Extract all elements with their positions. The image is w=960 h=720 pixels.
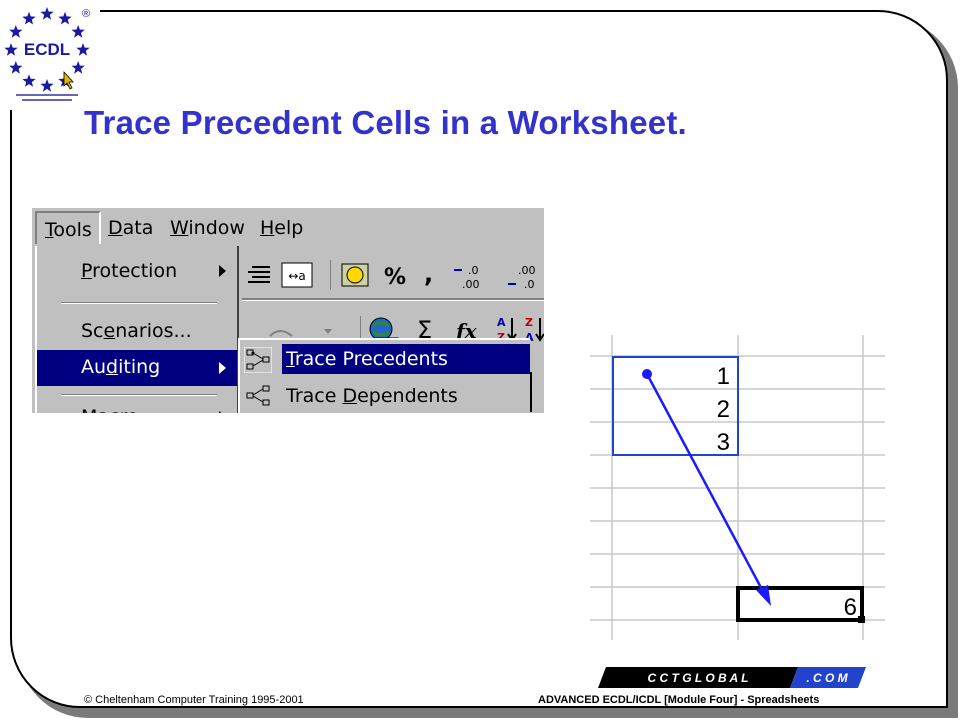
logo-text: ECDL [24, 40, 70, 59]
trace-precedents-icon [244, 347, 272, 373]
increase-decimal-icon[interactable]: .0 .00 [454, 264, 480, 291]
label-accel: d [106, 356, 119, 378]
menu-separator [61, 394, 217, 396]
footer-copyright: © Cheltenham Computer Training 1995-2001 [84, 694, 304, 706]
label-accel: M [81, 406, 97, 413]
submenu-arrow-icon [219, 411, 226, 413]
menu-item-label: Scenarios... [81, 320, 192, 342]
logo-star-icon [22, 11, 36, 25]
label-post: race Precedents [294, 348, 448, 370]
menu-data-accel: D [108, 217, 123, 239]
menubar: Tools Data Window Help [32, 208, 544, 246]
comma-style-icon[interactable]: , [424, 260, 433, 288]
menu-item-auditing[interactable]: Auditing [37, 350, 237, 386]
percent-style-icon[interactable]: % [384, 265, 406, 290]
menu-item-label: Auditing [81, 356, 160, 378]
label-post: acro [97, 406, 138, 413]
logo-star-icon [40, 79, 54, 92]
fill-handle[interactable] [858, 616, 865, 623]
menu-item-scenarios[interactable]: Scenarios... [37, 316, 237, 348]
label-post: iting [118, 356, 161, 378]
svg-text:.0: .0 [524, 278, 535, 291]
logo-caption-line [22, 99, 72, 101]
menu-window-rest: indow [188, 217, 245, 239]
menu-tools-rest: ools [53, 219, 92, 241]
ecdl-logo: ECDL ® [0, 0, 100, 110]
label-pre: Trace [286, 385, 343, 407]
label-accel: T [286, 348, 295, 370]
menu-separator [61, 302, 217, 304]
worksheet-trace-illustration: 1 2 3 6 [590, 335, 885, 640]
logo-star-icon [40, 7, 54, 20]
menu-item-trace-precedents[interactable]: Trace Precedents [240, 344, 530, 378]
logo-star-icon [9, 61, 23, 74]
result-cell-value: 6 [844, 594, 857, 621]
logo-star-icon [4, 43, 18, 56]
precedent-cell-value: 2 [717, 396, 730, 423]
decrease-decimal-icon[interactable]: .00 .0 [508, 264, 536, 291]
svg-text:Z: Z [525, 316, 533, 329]
menu-item-trace-dependents[interactable]: Trace Dependents [240, 380, 530, 413]
svg-text:.0: .0 [468, 264, 479, 277]
svg-text:.00: .00 [518, 264, 536, 277]
auditing-submenu: Trace Precedents Trace Dependents [238, 338, 530, 413]
precedent-cell-value: 3 [717, 429, 730, 456]
logo-star-icon [76, 43, 90, 56]
currency-style-icon[interactable] [341, 263, 369, 287]
menu-item-macro[interactable]: Macro [37, 403, 237, 413]
brand-name: C C T G L O B A L [648, 671, 749, 685]
menu-item-protection[interactable]: Protection [37, 256, 237, 288]
logo-star-icon [22, 74, 36, 87]
excel-menu-screenshot: Tools Data Window Help ↔a % , .0 .00 .00 [32, 208, 544, 413]
merge-center-icon[interactable]: ↔a [281, 262, 313, 288]
registered-mark: ® [82, 8, 90, 20]
svg-text:↔a: ↔a [288, 269, 305, 283]
logo-star-icon [71, 61, 85, 74]
label-pre: Au [81, 356, 107, 378]
brand-suffix: . C O M [806, 671, 848, 685]
label-post: ependents [357, 385, 458, 407]
slide-title: Trace Precedent Cells in a Worksheet. [84, 104, 687, 141]
tools-dropdown: Protection Scenarios... Auditing Macro [35, 246, 239, 413]
logo-star-icon [71, 25, 85, 38]
label-pre: Sc [81, 320, 104, 342]
menu-item-label: Protection [81, 260, 177, 282]
menu-window[interactable]: Window [170, 217, 245, 239]
logo-star-icon [9, 25, 23, 38]
menu-window-accel: W [170, 217, 189, 239]
menu-data-rest: ata [122, 217, 154, 239]
menu-tools[interactable]: Tools [35, 211, 101, 244]
label-post: rotection [92, 260, 178, 282]
label-post: narios... [115, 320, 192, 342]
label-accel: D [342, 385, 358, 407]
align-justify-icon[interactable] [248, 266, 270, 283]
menu-help-rest: elp [274, 217, 304, 239]
submenu-arrow-icon [219, 362, 226, 374]
label-accel: e [103, 320, 116, 342]
logo-caption-line [16, 94, 78, 96]
logo-star-icon [58, 11, 72, 25]
menu-data[interactable]: Data [108, 217, 153, 239]
footer-module: ADVANCED ECDL/ICDL [Module Four] - Sprea… [538, 694, 820, 706]
menu-help[interactable]: Help [260, 217, 303, 239]
menu-item-label: Trace Precedents [282, 344, 530, 374]
menu-item-label: Trace Dependents [286, 385, 458, 407]
trace-dependents-icon [246, 385, 270, 406]
label-accel: P [81, 260, 93, 282]
precedent-cell-value: 1 [717, 363, 730, 390]
menu-item-label: Macro [81, 406, 139, 413]
cursor-icon [63, 70, 74, 90]
redo-icon[interactable] [269, 329, 332, 337]
submenu-arrow-icon [219, 265, 226, 277]
cctglobal-brand: C C T G L O B A L . C O M [598, 667, 866, 688]
svg-text:A: A [497, 316, 506, 329]
menu-help-accel: H [260, 217, 275, 239]
svg-text:.00: .00 [462, 278, 480, 291]
